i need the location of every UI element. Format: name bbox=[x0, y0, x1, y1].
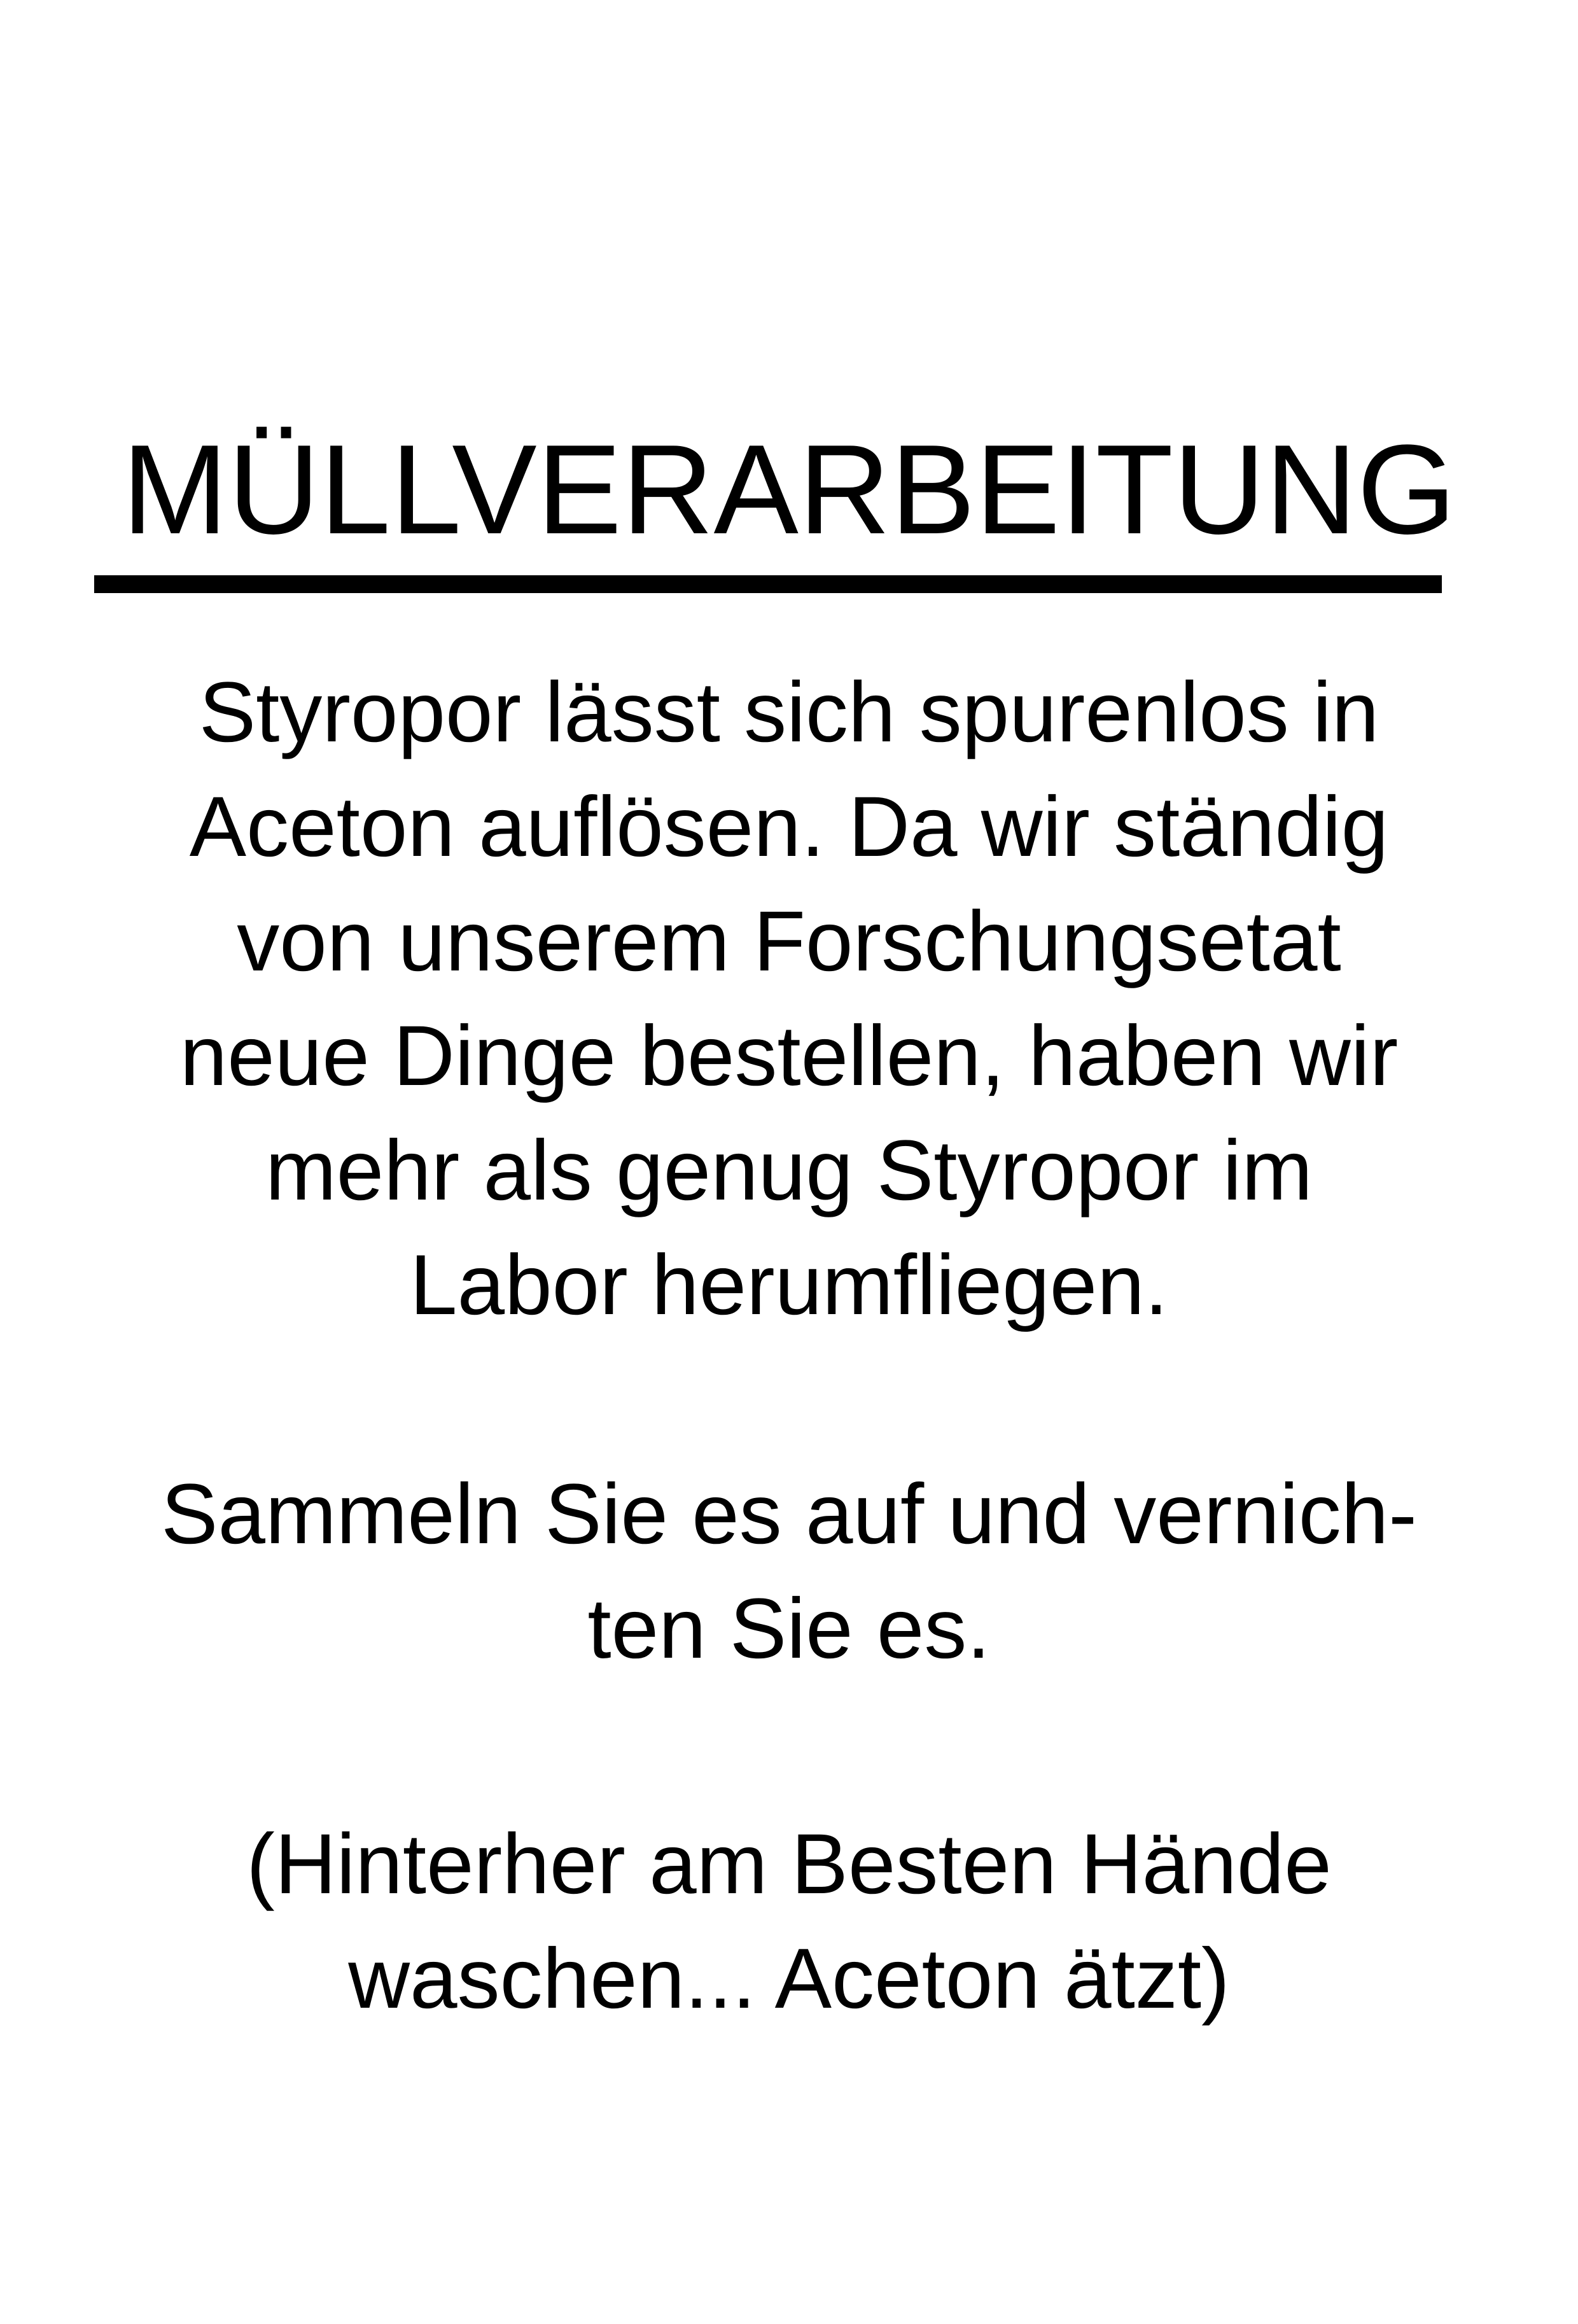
text-line: Styropor lässt sich spurenlos in bbox=[199, 665, 1379, 760]
instruction-paragraph: Sammeln Sie es auf und vernich- ten Sie … bbox=[0, 1457, 1578, 1686]
text-line: Aceton auflösen. Da wir ständig bbox=[189, 780, 1389, 874]
text-line: ten Sie es. bbox=[587, 1581, 991, 1676]
text-line: von unserem Forschungsetat bbox=[237, 894, 1341, 989]
note-paragraph: (Hinterher am Besten Hände waschen... Ac… bbox=[0, 1807, 1578, 2036]
text-line: (Hinterher am Besten Hände bbox=[246, 1817, 1332, 1912]
text-line: waschen... Aceton ätzt) bbox=[348, 1931, 1230, 2026]
text-line: Labor herumfliegen. bbox=[410, 1238, 1168, 1333]
title-underline bbox=[94, 575, 1442, 593]
page-title: MÜLLVERARBEITUNG bbox=[122, 419, 1456, 561]
description-paragraph: Styropor lässt sich spurenlos in Aceton … bbox=[0, 655, 1578, 1343]
text-line: neue Dinge bestellen, haben wir bbox=[179, 1009, 1399, 1103]
text-line: mehr als genug Styropor im bbox=[265, 1123, 1313, 1218]
text-line: Sammeln Sie es auf und vernich- bbox=[161, 1467, 1417, 1562]
